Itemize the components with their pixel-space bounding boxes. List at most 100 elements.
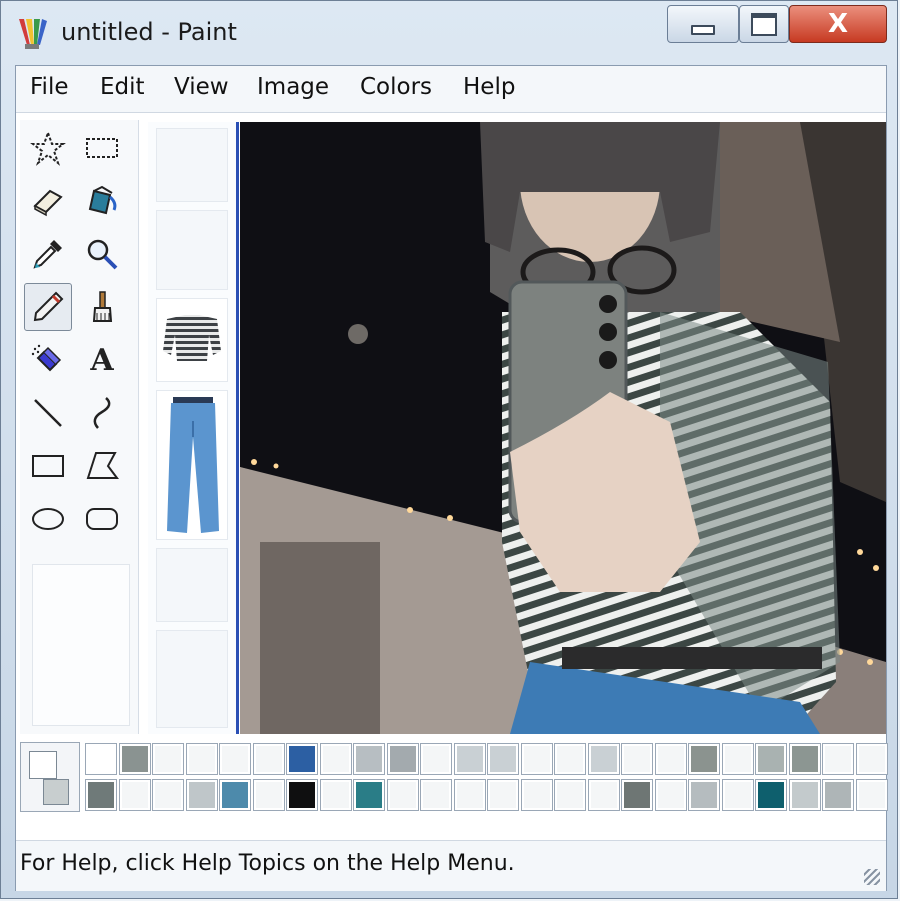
- tool-magnifier[interactable]: [78, 230, 126, 278]
- color-swatch[interactable]: [252, 743, 285, 775]
- minimize-button[interactable]: [667, 5, 739, 43]
- resize-grip-icon[interactable]: [864, 869, 880, 885]
- color-swatch[interactable]: [453, 779, 486, 811]
- color-swatch[interactable]: [420, 779, 452, 811]
- color-swatch[interactable]: [319, 743, 352, 775]
- color-swatch[interactable]: [487, 779, 519, 811]
- tool-brush[interactable]: [78, 283, 126, 331]
- color-swatch[interactable]: [219, 743, 251, 775]
- strip-cell: [156, 210, 228, 290]
- color-palette: [20, 742, 888, 814]
- color-swatch[interactable]: [721, 779, 754, 811]
- color-swatch[interactable]: [520, 743, 553, 775]
- image-strip: [148, 122, 239, 734]
- color-swatch[interactable]: [755, 779, 787, 811]
- canvas-photo: [240, 122, 886, 734]
- ellipse-icon: [32, 508, 64, 530]
- drawing-canvas[interactable]: [240, 122, 886, 734]
- foreground-color-swatch: [29, 751, 57, 779]
- tool-polygon[interactable]: [78, 442, 126, 490]
- color-swatch[interactable]: [822, 743, 854, 775]
- status-text: For Help, click Help Topics on the Help …: [20, 851, 515, 876]
- color-swatch[interactable]: [319, 779, 352, 811]
- color-swatch[interactable]: [252, 779, 285, 811]
- color-swatch[interactable]: [185, 779, 218, 811]
- color-swatch[interactable]: [554, 743, 586, 775]
- menu-file[interactable]: File: [30, 74, 69, 100]
- color-swatch[interactable]: [755, 743, 787, 775]
- shirt-thumbnail: [156, 298, 228, 382]
- color-swatch[interactable]: [788, 779, 821, 811]
- tool-color-picker[interactable]: [24, 230, 72, 278]
- color-swatch[interactable]: [185, 743, 218, 775]
- close-button[interactable]: X: [789, 5, 887, 43]
- menu-colors[interactable]: Colors: [360, 74, 432, 100]
- tool-eraser[interactable]: [24, 177, 72, 225]
- color-swatch[interactable]: [286, 743, 318, 775]
- minimize-icon: [691, 25, 715, 35]
- color-swatch[interactable]: [688, 743, 720, 775]
- rectangle-select-icon: [86, 138, 118, 158]
- tool-pencil[interactable]: [24, 283, 72, 331]
- color-swatch[interactable]: [822, 779, 854, 811]
- tool-rounded-rectangle[interactable]: [78, 495, 126, 543]
- rounded-rectangle-icon: [86, 508, 118, 530]
- color-swatch[interactable]: [85, 743, 117, 775]
- color-swatch[interactable]: [420, 743, 452, 775]
- tool-rectangle[interactable]: [24, 442, 72, 490]
- toolbox: A: [20, 120, 139, 734]
- color-swatch[interactable]: [386, 779, 419, 811]
- rectangle-icon: [32, 455, 64, 477]
- current-colors-box[interactable]: [20, 742, 80, 812]
- color-swatch[interactable]: [654, 743, 687, 775]
- color-swatch[interactable]: [587, 743, 620, 775]
- color-swatch[interactable]: [85, 779, 117, 811]
- status-bar: For Help, click Help Topics on the Help …: [16, 840, 886, 891]
- tool-free-form-select[interactable]: [24, 124, 72, 172]
- menu-view[interactable]: View: [174, 74, 229, 100]
- brush-icon: [92, 291, 113, 322]
- color-swatch[interactable]: [721, 743, 754, 775]
- tool-rectangle-select[interactable]: [78, 124, 126, 172]
- tool-airbrush[interactable]: [24, 336, 72, 384]
- strip-cell: [156, 548, 228, 622]
- tool-line[interactable]: [24, 389, 72, 437]
- title-bar[interactable]: untitled - Paint X: [1, 1, 897, 63]
- color-swatch[interactable]: [855, 779, 888, 811]
- color-swatch[interactable]: [453, 743, 486, 775]
- color-swatch[interactable]: [654, 779, 687, 811]
- color-swatch[interactable]: [788, 743, 821, 775]
- maximize-button[interactable]: [739, 5, 789, 43]
- color-swatch[interactable]: [587, 779, 620, 811]
- menu-help[interactable]: Help: [463, 74, 515, 100]
- tool-options-box[interactable]: [32, 564, 130, 726]
- color-swatch[interactable]: [554, 779, 586, 811]
- color-swatch[interactable]: [386, 743, 419, 775]
- color-swatch[interactable]: [688, 779, 720, 811]
- color-swatch[interactable]: [353, 743, 385, 775]
- color-swatch[interactable]: [118, 743, 151, 775]
- color-swatch[interactable]: [152, 743, 184, 775]
- menu-edit[interactable]: Edit: [100, 74, 145, 100]
- color-swatch[interactable]: [219, 779, 251, 811]
- eraser-icon: [33, 189, 63, 217]
- tool-curve[interactable]: [78, 389, 126, 437]
- strip-cell: [156, 128, 228, 202]
- color-swatch[interactable]: [855, 743, 888, 775]
- tool-fill[interactable]: [78, 177, 126, 225]
- color-swatch[interactable]: [286, 779, 318, 811]
- color-swatch[interactable]: [520, 779, 553, 811]
- client-area: File Edit View Image Colors Help A For H…: [15, 65, 888, 891]
- pencil-icon: [33, 291, 64, 322]
- color-swatch[interactable]: [621, 743, 653, 775]
- color-swatch[interactable]: [487, 743, 519, 775]
- color-swatch[interactable]: [353, 779, 385, 811]
- tool-ellipse[interactable]: [24, 495, 72, 543]
- menu-image[interactable]: Image: [257, 74, 329, 100]
- color-swatch[interactable]: [621, 779, 653, 811]
- text-icon: A: [90, 342, 114, 378]
- color-swatch[interactable]: [118, 779, 151, 811]
- line-icon: [34, 399, 62, 427]
- tool-text[interactable]: A: [78, 336, 126, 384]
- color-swatch[interactable]: [152, 779, 184, 811]
